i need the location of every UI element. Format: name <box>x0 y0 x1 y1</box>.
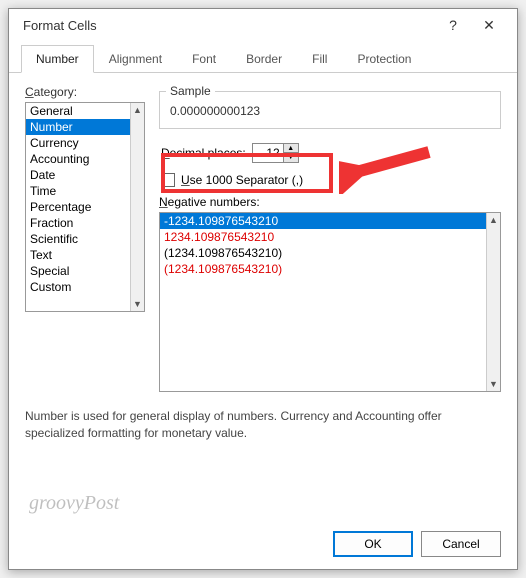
negative-number-item[interactable]: (1234.109876543210) <box>160 245 486 261</box>
scroll-down-icon[interactable]: ▼ <box>131 297 144 311</box>
tab-font[interactable]: Font <box>177 45 231 72</box>
dialog-title: Format Cells <box>17 18 437 33</box>
cancel-button[interactable]: Cancel <box>421 531 501 557</box>
decimal-places-label: Decimal places: <box>161 146 246 160</box>
description-text: Number is used for general display of nu… <box>9 400 517 450</box>
decimal-places-input[interactable] <box>252 143 284 163</box>
tab-protection[interactable]: Protection <box>342 45 426 72</box>
negative-numbers-label: Negative numbers: <box>159 195 501 209</box>
ok-button[interactable]: OK <box>333 531 413 557</box>
tab-strip: Number Alignment Font Border Fill Protec… <box>9 45 517 73</box>
use-1000-separator-checkbox[interactable] <box>161 173 175 187</box>
help-icon[interactable]: ? <box>437 17 469 33</box>
scroll-up-icon[interactable]: ▲ <box>487 213 500 227</box>
scroll-down-icon[interactable]: ▼ <box>487 377 500 391</box>
tab-border[interactable]: Border <box>231 45 297 72</box>
spinner-down-icon[interactable]: ▼ <box>284 153 298 162</box>
tab-alignment[interactable]: Alignment <box>94 45 177 72</box>
category-item[interactable]: Date <box>26 167 130 183</box>
scrollbar[interactable]: ▲ ▼ <box>130 103 144 311</box>
tab-fill[interactable]: Fill <box>297 45 342 72</box>
category-item[interactable]: Number <box>26 119 130 135</box>
category-item[interactable]: Text <box>26 247 130 263</box>
scroll-up-icon[interactable]: ▲ <box>131 103 144 117</box>
use-1000-separator-label: Use 1000 Separator (,) <box>181 173 303 187</box>
close-icon[interactable]: ✕ <box>469 17 509 34</box>
titlebar: Format Cells ? ✕ <box>9 9 517 41</box>
decimal-places-spinner[interactable]: ▲ ▼ <box>252 143 299 163</box>
category-item[interactable]: General <box>26 103 130 119</box>
tab-number[interactable]: Number <box>21 45 94 73</box>
sample-label: Sample <box>166 84 215 98</box>
category-item[interactable]: Scientific <box>26 231 130 247</box>
sample-value: 0.000000000123 <box>168 98 492 118</box>
watermark: groovyPost <box>29 492 119 515</box>
format-cells-dialog: Format Cells ? ✕ Number Alignment Font B… <box>8 8 518 570</box>
category-item[interactable]: Custom <box>26 279 130 295</box>
category-item[interactable]: Time <box>26 183 130 199</box>
category-item[interactable]: Currency <box>26 135 130 151</box>
negative-number-item[interactable]: -1234.109876543210 <box>160 213 486 229</box>
scrollbar[interactable]: ▲ ▼ <box>486 213 500 391</box>
negative-number-item[interactable]: (1234.109876543210) <box>160 261 486 277</box>
category-item[interactable]: Fraction <box>26 215 130 231</box>
category-item[interactable]: Special <box>26 263 130 279</box>
negative-number-item[interactable]: 1234.109876543210 <box>160 229 486 245</box>
sample-group: Sample 0.000000000123 <box>159 91 501 129</box>
spinner-up-icon[interactable]: ▲ <box>284 144 298 153</box>
category-label: Category: <box>25 85 145 99</box>
category-listbox[interactable]: GeneralNumberCurrencyAccountingDateTimeP… <box>25 102 145 312</box>
negative-numbers-listbox[interactable]: -1234.1098765432101234.109876543210(1234… <box>159 212 501 392</box>
category-item[interactable]: Percentage <box>26 199 130 215</box>
category-item[interactable]: Accounting <box>26 151 130 167</box>
